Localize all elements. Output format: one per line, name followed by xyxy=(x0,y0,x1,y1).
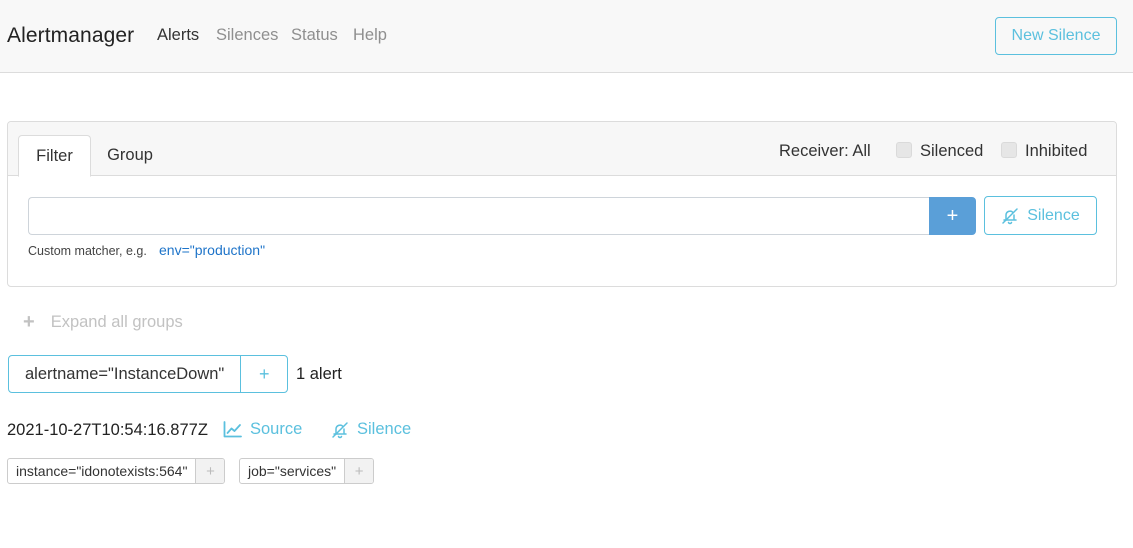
label-instance-add-button[interactable]: + xyxy=(196,459,225,483)
alert-count: 1 alert xyxy=(296,365,342,383)
navbar: Alertmanager Alerts Silences Status Help… xyxy=(0,0,1133,73)
add-filter-button[interactable]: + xyxy=(929,197,976,235)
filter-silence-button[interactable]: Silence xyxy=(984,196,1097,235)
filter-card: Filter Group Receiver: All Silenced Inhi… xyxy=(7,121,1117,287)
silenced-checkbox[interactable] xyxy=(896,142,912,158)
source-label: Source xyxy=(250,420,303,438)
nav-item-help[interactable]: Help xyxy=(353,26,387,45)
brand-title[interactable]: Alertmanager xyxy=(7,24,134,48)
label-instance-text[interactable]: instance="idonotexists:564" xyxy=(8,459,197,483)
bell-slash-icon xyxy=(331,421,349,439)
alert-timestamp: 2021-10-27T10:54:16.877Z xyxy=(7,421,208,439)
silenced-label[interactable]: Silenced xyxy=(920,142,983,161)
chart-line-icon xyxy=(223,421,242,438)
tab-group[interactable]: Group xyxy=(94,135,166,176)
group-label-button[interactable]: alertname="InstanceDown" xyxy=(9,356,242,392)
alert-group-header: alertname="InstanceDown" + xyxy=(8,355,289,393)
expand-all-groups-button[interactable]: + Expand all groups xyxy=(23,311,183,334)
alert-label-job: job="services" + xyxy=(239,458,375,484)
tab-filter[interactable]: Filter xyxy=(18,135,91,177)
expand-all-label: Expand all groups xyxy=(50,313,183,331)
receiver-dropdown[interactable]: Receiver: All xyxy=(779,142,871,161)
matcher-example-link[interactable]: env="production" xyxy=(159,242,265,258)
nav-item-alerts[interactable]: Alerts xyxy=(157,26,199,45)
group-add-filter-button[interactable]: + xyxy=(241,356,287,392)
label-job-add-button[interactable]: + xyxy=(345,459,374,483)
filter-silence-label: Silence xyxy=(1027,206,1080,224)
alert-silence-link[interactable]: Silence xyxy=(331,420,411,439)
filter-input[interactable] xyxy=(28,197,930,235)
alert-label-instance: instance="idonotexists:564" + xyxy=(7,458,226,484)
source-link[interactable]: Source xyxy=(223,420,302,439)
matcher-hint: Custom matcher, e.g. xyxy=(28,244,147,258)
nav-item-silences[interactable]: Silences xyxy=(216,26,278,45)
plus-icon: + xyxy=(23,311,35,333)
nav-item-status[interactable]: Status xyxy=(291,26,338,45)
bell-slash-icon xyxy=(1001,207,1019,225)
inhibited-label[interactable]: Inhibited xyxy=(1025,142,1087,161)
alert-silence-label: Silence xyxy=(357,420,412,438)
new-silence-button[interactable]: New Silence xyxy=(995,17,1117,55)
label-job-text[interactable]: job="services" xyxy=(240,459,346,483)
filter-card-header: Filter Group Receiver: All Silenced Inhi… xyxy=(8,122,1116,177)
inhibited-checkbox[interactable] xyxy=(1001,142,1017,158)
